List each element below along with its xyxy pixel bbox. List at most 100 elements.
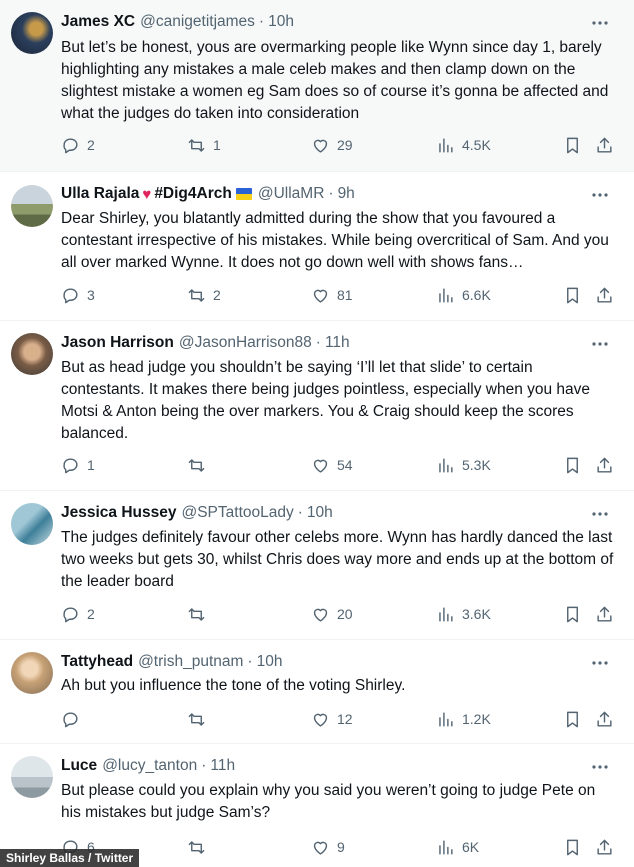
more-options-icon[interactable] — [586, 756, 614, 778]
timestamp[interactable]: 9h — [338, 185, 355, 203]
share-icon — [597, 606, 612, 622]
views-icon — [439, 457, 453, 473]
share-button[interactable] — [595, 708, 614, 730]
avatar[interactable] — [11, 652, 53, 694]
timestamp[interactable]: 10h — [257, 653, 283, 671]
views-icon — [439, 711, 453, 727]
tweet[interactable]: James XC @canigetitjames · 10h But let’s… — [0, 0, 634, 172]
views-button[interactable]: 6K — [436, 836, 479, 858]
more-options-icon[interactable] — [586, 184, 614, 206]
share-icon — [597, 457, 612, 473]
like-button[interactable]: 9 — [311, 836, 345, 858]
like-button[interactable]: 29 — [311, 134, 353, 156]
user-name[interactable]: Jason Harrison — [61, 334, 174, 352]
user-handle[interactable]: @canigetitjames — [140, 13, 255, 31]
like-count: 12 — [337, 711, 353, 727]
avatar[interactable] — [11, 333, 53, 375]
bookmark-button[interactable] — [563, 603, 582, 625]
like-button[interactable]: 81 — [311, 284, 353, 306]
tweet-text: Ah but you influence the tone of the vot… — [61, 677, 406, 694]
user-name[interactable]: James XC — [61, 13, 135, 31]
bookmark-icon — [567, 606, 578, 622]
user-name[interactable]: Luce — [61, 757, 97, 775]
views-button[interactable]: 5.3K — [436, 454, 491, 476]
retweet-button[interactable] — [187, 708, 213, 730]
tweet-actions: 3 2 81 6.6K — [61, 284, 626, 306]
like-button[interactable]: 12 — [311, 708, 353, 730]
avatar[interactable] — [11, 185, 53, 227]
share-icon — [597, 711, 612, 727]
views-count: 1.2K — [462, 711, 491, 727]
user-name[interactable]: Jessica Hussey — [61, 504, 176, 522]
user-name[interactable]: Ulla Rajala — [61, 185, 139, 203]
user-handle[interactable]: @trish_putnam — [138, 653, 243, 671]
tweet[interactable]: Tattyhead @trish_putnam · 10h Ah but you… — [0, 640, 634, 744]
reply-button[interactable] — [61, 708, 87, 730]
tweet[interactable]: Ulla Rajala ♥ #Dig4Arch @UllaMR · 9h Dea… — [0, 172, 634, 321]
share-button[interactable] — [595, 284, 614, 306]
views-count: 6.6K — [462, 287, 491, 303]
more-options-icon[interactable] — [586, 652, 614, 674]
tweet[interactable]: Jason Harrison @JasonHarrison88 · 11h Bu… — [0, 321, 634, 491]
share-button[interactable] — [595, 603, 614, 625]
views-button[interactable]: 6.6K — [436, 284, 491, 306]
share-button[interactable] — [595, 836, 614, 858]
avatar[interactable] — [11, 756, 53, 798]
reply-icon — [63, 457, 78, 473]
image-credit-caption: Shirley Ballas / Twitter — [0, 849, 140, 867]
user-name[interactable]: Tattyhead — [61, 653, 133, 671]
bookmark-icon — [567, 839, 578, 855]
retweet-button[interactable] — [187, 603, 213, 625]
bookmark-button[interactable] — [563, 134, 582, 156]
retweet-count: 2 — [213, 287, 221, 303]
timestamp[interactable]: 10h — [307, 504, 333, 522]
like-count: 9 — [337, 839, 345, 855]
more-options-icon[interactable] — [586, 503, 614, 525]
views-icon — [439, 287, 453, 303]
retweet-icon — [188, 840, 205, 854]
bookmark-button[interactable] — [563, 454, 582, 476]
user-handle[interactable]: @JasonHarrison88 — [179, 334, 312, 352]
separator-dot: · — [328, 185, 334, 202]
user-handle[interactable]: @SPTattooLady — [181, 504, 293, 522]
user-handle[interactable]: @UllaMR — [258, 185, 325, 203]
views-button[interactable]: 3.6K — [436, 603, 491, 625]
heart-icon — [313, 608, 328, 622]
reply-button[interactable]: 2 — [61, 134, 95, 156]
tweet-text: But let’s be honest, yous are overmarkin… — [61, 39, 609, 122]
tweet-actions: 6 9 6K — [61, 836, 626, 858]
retweet-icon — [188, 288, 205, 302]
reply-button[interactable]: 3 — [61, 284, 95, 306]
user-handle[interactable]: @lucy_tanton — [102, 757, 197, 775]
share-icon — [597, 137, 612, 153]
share-button[interactable] — [595, 134, 614, 156]
bookmark-icon — [567, 457, 578, 473]
bookmark-button[interactable] — [563, 708, 582, 730]
retweet-button[interactable]: 2 — [187, 284, 221, 306]
bookmark-button[interactable] — [563, 284, 582, 306]
avatar[interactable] — [11, 503, 53, 545]
timestamp[interactable]: 11h — [325, 334, 350, 352]
avatar[interactable] — [11, 12, 53, 54]
reply-button[interactable]: 1 — [61, 454, 95, 476]
separator-dot: · — [315, 334, 321, 351]
like-button[interactable]: 20 — [311, 603, 353, 625]
timestamp[interactable]: 10h — [268, 13, 294, 31]
timestamp[interactable]: 11h — [210, 757, 235, 775]
bookmark-button[interactable] — [563, 836, 582, 858]
reply-button[interactable]: 2 — [61, 603, 95, 625]
more-options-icon[interactable] — [586, 333, 614, 355]
retweet-button[interactable]: 1 — [187, 134, 221, 156]
reply-count: 2 — [87, 137, 95, 153]
retweet-button[interactable] — [187, 454, 213, 476]
retweet-button[interactable] — [187, 836, 213, 858]
more-options-icon[interactable] — [586, 12, 614, 34]
views-button[interactable]: 1.2K — [436, 708, 491, 730]
like-button[interactable]: 54 — [311, 454, 353, 476]
tweet[interactable]: Jessica Hussey @SPTattooLady · 10h The j… — [0, 491, 634, 640]
heart-icon — [313, 459, 328, 473]
share-button[interactable] — [595, 454, 614, 476]
tweet-text: Dear Shirley, you blatantly admitted dur… — [61, 210, 609, 271]
views-button[interactable]: 4.5K — [436, 134, 491, 156]
heart-emoji-icon: ♥ — [142, 185, 152, 203]
